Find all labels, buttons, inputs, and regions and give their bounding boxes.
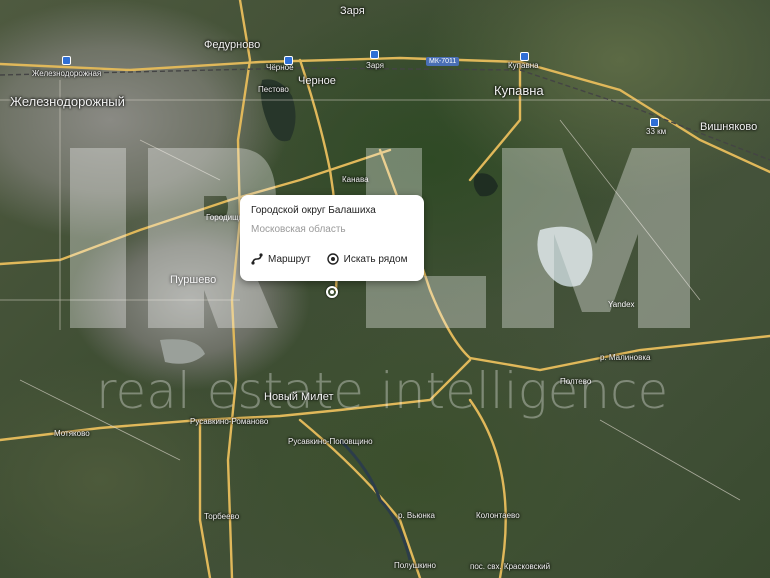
route-button[interactable]: Маршрут	[251, 253, 311, 265]
place-label: Русавкино-Романово	[190, 417, 269, 426]
station-label: Купавна	[508, 61, 539, 70]
place-label: Колонтаево	[476, 511, 520, 520]
place-label: пос. свх. Красковский	[470, 562, 551, 571]
map-base-layer	[0, 0, 770, 578]
railway-station-icon[interactable]	[370, 50, 379, 59]
satellite-map[interactable]: Заря Федурново Железнодорожный Железнодо…	[0, 0, 770, 578]
place-label: Городищи	[206, 213, 244, 222]
location-pin-icon[interactable]	[326, 286, 338, 298]
place-label: Торбеево	[204, 512, 240, 521]
place-label: Канава	[342, 175, 369, 184]
place-label: Пестово	[258, 85, 289, 94]
place-label: Вишняково	[700, 121, 758, 133]
river-label: р. Малиновка	[600, 353, 651, 362]
yandex-attribution: Yandex	[608, 300, 635, 309]
road-shield: МК-7011	[426, 57, 460, 66]
route-icon	[251, 253, 263, 265]
station-label: Заря	[366, 61, 384, 70]
place-label: Русавкино-Поповщино	[288, 437, 373, 446]
place-popup: Городской округ Балашиха Московская обла…	[240, 195, 424, 281]
place-label: Мотяково	[54, 429, 90, 438]
station-label: 33 км	[646, 127, 667, 136]
search-nearby-button[interactable]: Искать рядом	[326, 253, 408, 265]
route-label: Маршрут	[268, 253, 311, 265]
place-label: Заря	[340, 5, 365, 17]
city-label: Купавна	[494, 83, 544, 98]
place-label: Пуршево	[170, 274, 217, 286]
railway-station-icon[interactable]	[650, 118, 659, 127]
place-label: Полтево	[560, 377, 592, 386]
popup-subtitle: Московская область	[251, 224, 346, 235]
railway-station-icon[interactable]	[62, 56, 71, 65]
target-icon	[326, 253, 339, 265]
place-label: Полушкино	[394, 561, 436, 570]
place-label: Черное	[298, 75, 336, 87]
river-label: р. Вьюнка	[398, 511, 435, 520]
popup-title: Городской округ Балашиха	[251, 205, 376, 216]
station-label: Чёрное	[266, 63, 294, 72]
search-nearby-label: Искать рядом	[343, 253, 408, 265]
place-label: Федурново	[204, 39, 261, 51]
railway-station-icon[interactable]	[284, 56, 293, 65]
railway-station-icon[interactable]	[520, 52, 529, 61]
city-label: Железнодорожный	[10, 94, 125, 109]
station-label: Железнодорожная	[32, 69, 102, 78]
place-label: Новый Милет	[264, 391, 334, 403]
